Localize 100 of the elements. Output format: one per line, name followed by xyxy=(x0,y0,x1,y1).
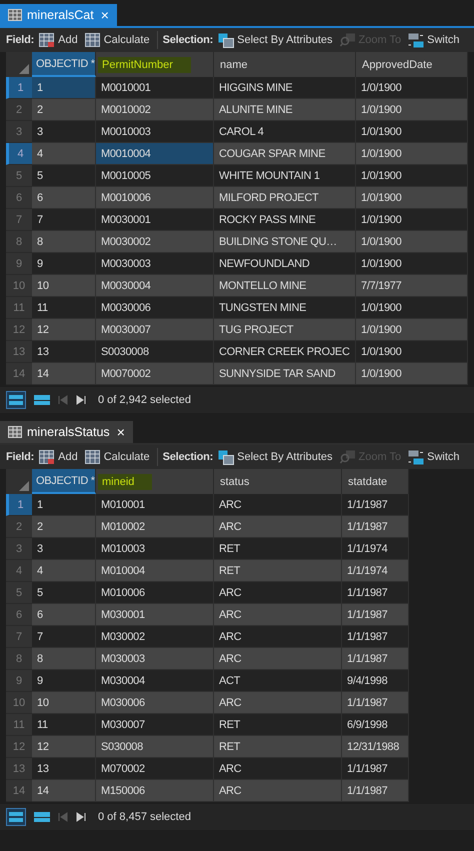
table-cell: 4 xyxy=(32,560,96,582)
selected-records-icon[interactable] xyxy=(34,811,50,823)
all-records-icon[interactable] xyxy=(6,808,26,826)
table-cell: ARC xyxy=(214,692,342,714)
close-button[interactable]: × xyxy=(100,7,109,23)
row-number[interactable]: 2 xyxy=(6,99,32,121)
last-record-icon[interactable] xyxy=(76,395,86,405)
table-cell: M010006 xyxy=(96,582,214,604)
table-cell: 1/1/1987 xyxy=(342,604,409,626)
tab-title: mineralsCat xyxy=(27,8,94,22)
table-cell: M010001 xyxy=(96,494,214,516)
column-header[interactable]: status xyxy=(214,469,342,494)
corner-cell[interactable] xyxy=(6,469,32,494)
column-header[interactable]: OBJECTID * xyxy=(32,469,96,494)
close-button[interactable]: × xyxy=(116,424,125,440)
table-cell: 1/0/1900 xyxy=(356,319,468,341)
row-number[interactable]: 11 xyxy=(6,714,32,736)
table-cell: 6 xyxy=(32,187,96,209)
table-cell: MONTELLO MINE xyxy=(214,275,356,297)
row-number[interactable]: 8 xyxy=(6,648,32,670)
row-number[interactable]: 14 xyxy=(6,780,32,802)
column-header[interactable]: OBJECTID * xyxy=(32,52,96,77)
row-number[interactable]: 12 xyxy=(6,736,32,758)
row-number[interactable]: 3 xyxy=(6,121,32,143)
table-cell: M030002 xyxy=(96,626,214,648)
row-number[interactable]: 5 xyxy=(6,582,32,604)
table-cell: RET xyxy=(214,538,342,560)
table-cell: 12/31/1988 xyxy=(342,736,409,758)
select-button[interactable]: Select By Attributes xyxy=(216,450,335,464)
table-cell: M070002 xyxy=(96,758,214,780)
table-tab[interactable]: mineralsStatus × xyxy=(0,421,133,443)
table-cell: M0010006 xyxy=(96,187,214,209)
switch-icon xyxy=(408,32,424,48)
add-button[interactable]: Add xyxy=(37,32,80,48)
table-cell: 1/0/1900 xyxy=(356,209,468,231)
add-button[interactable]: Add xyxy=(37,450,80,464)
row-number[interactable]: 14 xyxy=(6,363,32,385)
row-number[interactable]: 10 xyxy=(6,275,32,297)
magnifier-icon xyxy=(340,450,356,464)
selection-label: Selection: xyxy=(162,451,214,463)
last-record-icon[interactable] xyxy=(76,812,86,822)
switch-icon xyxy=(408,450,424,464)
row-number[interactable]: 7 xyxy=(6,626,32,648)
select-all-icon[interactable] xyxy=(19,481,29,491)
row-number[interactable]: 1 xyxy=(6,77,32,99)
table-cell: M0010001 xyxy=(96,77,214,99)
row-number[interactable]: 4 xyxy=(6,143,32,165)
row-number[interactable]: 3 xyxy=(6,538,32,560)
column-header[interactable]: mineid xyxy=(96,469,214,494)
select-table-icon xyxy=(218,32,234,48)
table-cell: M030001 xyxy=(96,604,214,626)
table-cell: BUILDING STONE QU… xyxy=(214,231,356,253)
table-cell: ARC xyxy=(214,626,342,648)
row-number[interactable]: 12 xyxy=(6,319,32,341)
table-tab[interactable]: mineralsCat × xyxy=(0,4,117,26)
selected-records-icon[interactable] xyxy=(34,394,50,406)
table-cell: 6/9/1998 xyxy=(342,714,409,736)
corner-cell[interactable] xyxy=(6,52,32,77)
table-cell: 13 xyxy=(32,758,96,780)
row-number[interactable]: 6 xyxy=(6,604,32,626)
row-number[interactable]: 9 xyxy=(6,253,32,275)
select-all-icon[interactable] xyxy=(19,64,29,74)
table-cell: 10 xyxy=(32,275,96,297)
table-cell: 14 xyxy=(32,363,96,385)
column-header[interactable]: PermitNumber xyxy=(96,52,214,77)
row-number[interactable]: 2 xyxy=(6,516,32,538)
switch-button[interactable]: Switch xyxy=(406,450,462,464)
row-number[interactable]: 4 xyxy=(6,560,32,582)
table-cell: CAROL 4 xyxy=(214,121,356,143)
row-number[interactable]: 8 xyxy=(6,231,32,253)
switch-button[interactable]: Switch xyxy=(406,32,462,48)
row-number[interactable]: 6 xyxy=(6,187,32,209)
row-number[interactable]: 13 xyxy=(6,341,32,363)
row-number[interactable]: 13 xyxy=(6,758,32,780)
row-number[interactable]: 5 xyxy=(6,165,32,187)
table-cell: 2 xyxy=(32,99,96,121)
table-cell: M0010005 xyxy=(96,165,214,187)
table-cell: SUNNYSIDE TAR SAND xyxy=(214,363,356,385)
all-records-icon[interactable] xyxy=(6,391,26,409)
calculate-button[interactable]: Calculate xyxy=(82,450,152,464)
column-header[interactable]: name xyxy=(214,52,356,77)
column-header[interactable]: ApprovedDate xyxy=(356,52,468,77)
table-cell: 9 xyxy=(32,253,96,275)
row-number[interactable]: 11 xyxy=(6,297,32,319)
table-cell: CORNER CREEK PROJEC xyxy=(214,341,356,363)
table-cell: M010002 xyxy=(96,516,214,538)
table-cell: 4 xyxy=(32,143,96,165)
row-number[interactable]: 7 xyxy=(6,209,32,231)
column-header[interactable]: statdate xyxy=(342,469,409,494)
row-number[interactable]: 10 xyxy=(6,692,32,714)
row-number[interactable]: 9 xyxy=(6,670,32,692)
table-cell: M0010003 xyxy=(96,121,214,143)
table-cell: TUG PROJECT xyxy=(214,319,356,341)
table-cell: COUGAR SPAR MINE xyxy=(214,143,356,165)
table-cell: 1/1/1987 xyxy=(342,516,409,538)
calculate-button[interactable]: Calculate xyxy=(82,32,152,48)
table-cell: ARC xyxy=(214,648,342,670)
table-cell: M0030004 xyxy=(96,275,214,297)
row-number[interactable]: 1 xyxy=(6,494,32,516)
select-button[interactable]: Select By Attributes xyxy=(216,32,335,48)
